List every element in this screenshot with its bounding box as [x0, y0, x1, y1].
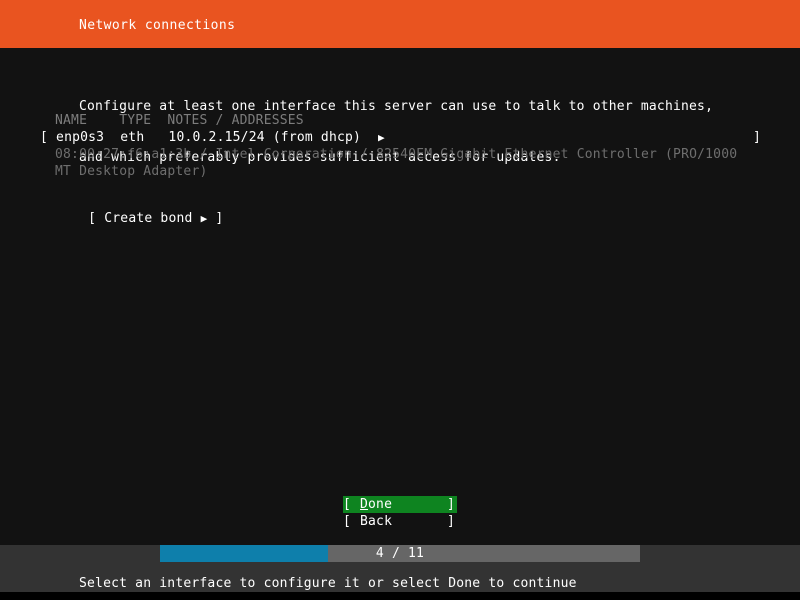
back-mnemonic: B	[360, 514, 368, 529]
progress-bar: 4 / 11	[160, 545, 640, 562]
back-label: Back	[360, 513, 392, 530]
back-bracket-close: ]	[447, 513, 455, 530]
interface-row-bracket-close: ]	[753, 129, 761, 146]
back-bracket-open: [	[343, 513, 351, 530]
create-bond-label: Create bond	[104, 211, 192, 226]
done-label: Done	[360, 496, 392, 513]
status-band: 4 / 11 Select an interface to configure …	[0, 545, 800, 592]
interface-row-label: [ enp0s3 eth 10.0.2.15/24 (from dhcp)	[40, 129, 361, 146]
action-buttons: [ Done ] [ Back ]	[343, 496, 457, 530]
table-column-headers: NAME TYPE NOTES / ADDRESSES	[40, 112, 770, 129]
done-button[interactable]: [ Done ]	[343, 496, 457, 513]
back-label-rest: ack	[368, 514, 392, 529]
installer-screen: Network connections Configure at least o…	[0, 0, 800, 600]
create-bond-bracket-close: ]	[215, 211, 223, 226]
done-mnemonic: D	[360, 497, 368, 512]
main-content: Configure at least one interface this se…	[0, 48, 800, 545]
back-button[interactable]: [ Back ]	[343, 513, 457, 530]
create-bond-bracket-open: [	[88, 211, 96, 226]
network-interface-table: NAME TYPE NOTES / ADDRESSES [ enp0s3 eth…	[40, 112, 770, 180]
create-bond-button[interactable]: [ Create bond ▶ ]	[40, 193, 223, 244]
title-bar: Network connections	[0, 0, 800, 48]
status-hint-text: Select an interface to configure it or s…	[79, 575, 577, 592]
done-bracket-close: ]	[447, 496, 455, 513]
bottom-filler	[0, 592, 800, 600]
interface-detail-text: 08:00:27:f6:a1:3b / Intel Corporation / …	[40, 146, 755, 180]
done-label-rest: one	[368, 497, 392, 512]
page-title: Network connections	[79, 17, 235, 34]
done-bracket-open: [	[343, 496, 351, 513]
table-row-enp0s3[interactable]: [ enp0s3 eth 10.0.2.15/24 (from dhcp) ▶ …	[40, 129, 770, 146]
progress-label: 4 / 11	[160, 545, 640, 562]
expand-arrow-icon[interactable]: ▶	[378, 129, 385, 146]
